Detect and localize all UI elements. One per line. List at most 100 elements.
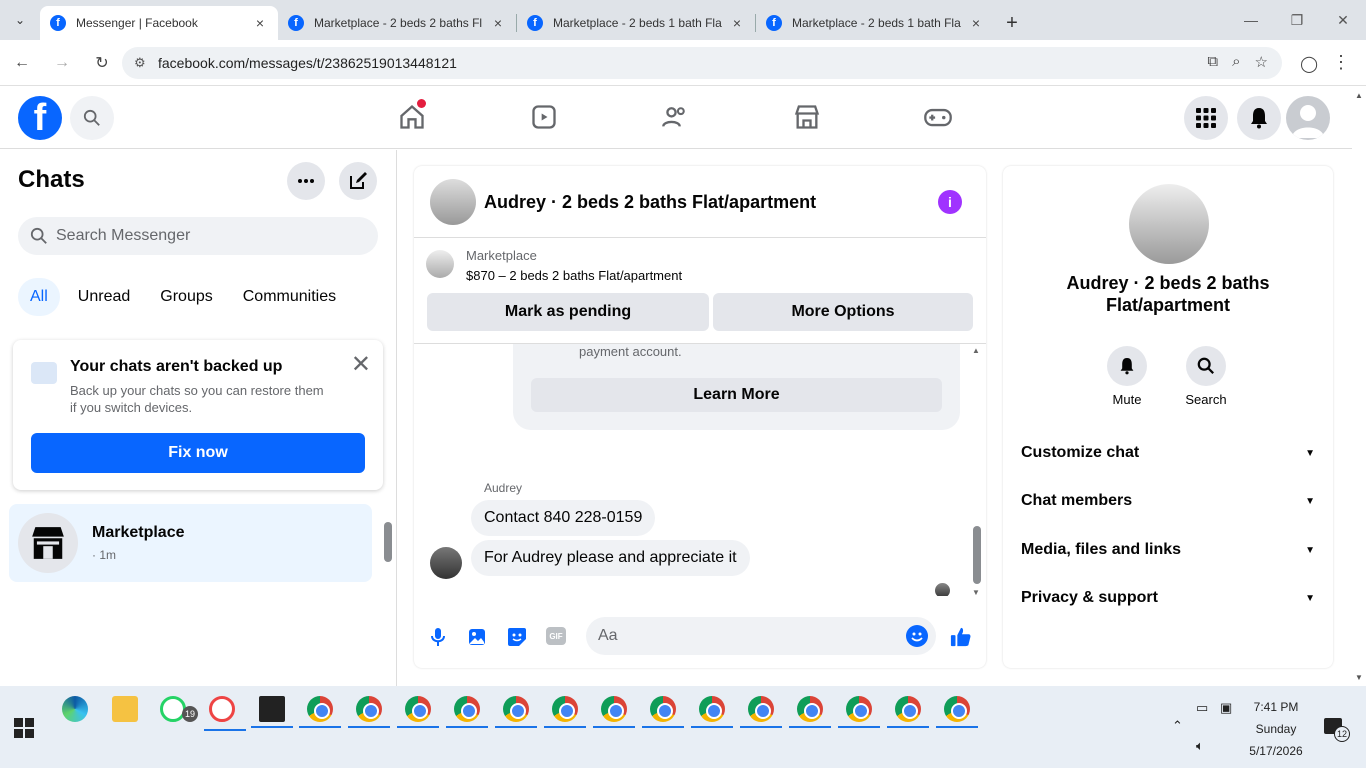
page-scrollbar[interactable]: ▲ ▼: [1352, 87, 1366, 686]
chrome-profile-icon[interactable]: [299, 696, 341, 728]
zoom-icon[interactable]: ⌕: [1232, 53, 1240, 71]
gif-icon[interactable]: GIF: [546, 627, 566, 645]
network-icon[interactable]: ▣: [1220, 700, 1232, 716]
sidebar-scrollbar[interactable]: [384, 512, 392, 574]
sticker-button[interactable]: [506, 626, 528, 648]
search-messenger-input[interactable]: Search Messenger: [18, 217, 378, 255]
url-input[interactable]: ⚙ facebook.com/messages/t/23862519013448…: [122, 47, 1282, 79]
tab-search-chevron-icon[interactable]: ⌄: [0, 0, 40, 40]
mute-button[interactable]: Mute: [1097, 346, 1157, 407]
restore-icon[interactable]: ❐: [1274, 0, 1320, 40]
forward-button[interactable]: →: [44, 45, 80, 81]
sender-avatar[interactable]: [430, 547, 462, 579]
message-bubble[interactable]: For Audrey please and appreciate it: [471, 540, 750, 576]
more-options-button[interactable]: More Options: [713, 293, 973, 331]
chrome-profile-icon[interactable]: [397, 696, 439, 728]
learn-more-button[interactable]: Learn More: [531, 378, 942, 412]
chrome-profile-icon[interactable]: [446, 696, 488, 728]
listing-thumbnail[interactable]: [426, 250, 454, 278]
menu-grid-button[interactable]: [1184, 96, 1228, 140]
snipping-tool-icon[interactable]: [204, 696, 246, 731]
tab-marketplace-3[interactable]: f Marketplace - 2 beds 1 bath Fla ×: [756, 6, 994, 40]
notification-center-icon[interactable]: 12: [1324, 718, 1350, 742]
fix-now-button[interactable]: Fix now: [31, 433, 365, 473]
contact-avatar[interactable]: [430, 179, 476, 225]
chrome-profile-icon[interactable]: [593, 696, 635, 728]
mark-as-pending-button[interactable]: Mark as pending: [427, 293, 709, 331]
chrome-profile-icon[interactable]: [495, 696, 537, 728]
filter-unread[interactable]: Unread: [66, 278, 142, 316]
chrome-profile-icon[interactable]: [887, 696, 929, 728]
tab-messenger[interactable]: f Messenger | Facebook ×: [40, 6, 278, 40]
tab-close-icon[interactable]: ×: [252, 15, 268, 31]
volume-icon[interactable]: 🔈︎: [1196, 738, 1204, 754]
tab-marketplace-1[interactable]: f Marketplace - 2 beds 2 baths Fl ×: [278, 6, 516, 40]
message-bubble[interactable]: Contact 840 228-0159: [471, 500, 656, 536]
scroll-up-icon[interactable]: ▲: [1355, 91, 1363, 100]
close-icon[interactable]: ✕: [351, 350, 371, 379]
mute-circle[interactable]: [1107, 346, 1147, 386]
home-nav-button[interactable]: [396, 99, 428, 133]
new-message-button[interactable]: [339, 162, 377, 200]
chrome-profile-icon[interactable]: [936, 696, 978, 728]
bookmark-star-icon[interactable]: ☆: [1255, 53, 1268, 71]
chat-list-item[interactable]: Marketplace · 1m: [9, 504, 372, 582]
friends-nav-button[interactable]: [659, 101, 691, 133]
listing-title[interactable]: $870 – 2 beds 2 baths Flat/apartment: [466, 268, 682, 283]
sticky-notes-icon[interactable]: [251, 696, 293, 728]
gaming-nav-button[interactable]: [922, 101, 954, 133]
reload-button[interactable]: ↻: [84, 45, 120, 81]
attach-photo-button[interactable]: [466, 626, 488, 648]
details-avatar[interactable]: [1129, 184, 1209, 264]
new-tab-button[interactable]: +: [994, 6, 1030, 40]
filter-communities[interactable]: Communities: [231, 278, 348, 316]
minimize-icon[interactable]: —: [1228, 0, 1274, 40]
scroll-down-icon[interactable]: ▼: [1355, 673, 1363, 682]
voice-clip-button[interactable]: [427, 626, 449, 648]
windows-start-icon[interactable]: [14, 718, 34, 738]
site-settings-icon[interactable]: ⚙: [134, 55, 146, 71]
taskbar-clock[interactable]: 7:41 PM Sunday 5/17/2026: [1236, 696, 1316, 762]
notifications-button[interactable]: [1237, 96, 1281, 140]
scroll-up-icon[interactable]: ▲: [972, 346, 980, 355]
chat-members-section[interactable]: Chat members ▼: [1021, 481, 1315, 521]
media-files-links-section[interactable]: Media, files and links ▼: [1021, 530, 1315, 570]
tab-close-icon[interactable]: ×: [729, 15, 745, 31]
facebook-search-button[interactable]: [70, 96, 114, 140]
account-avatar[interactable]: [1286, 96, 1330, 140]
emoji-icon[interactable]: [906, 625, 928, 647]
scrollbar-thumb[interactable]: [973, 526, 981, 584]
chrome-profile-icon[interactable]: [740, 696, 782, 728]
chrome-profile-icon[interactable]: [348, 696, 390, 728]
search-circle[interactable]: [1186, 346, 1226, 386]
conversation-title[interactable]: Audrey · 2 beds 2 baths Flat/apartment: [484, 192, 816, 213]
message-input[interactable]: Aa: [586, 617, 936, 655]
filter-all[interactable]: All: [18, 278, 60, 316]
facebook-logo-icon[interactable]: f: [18, 96, 62, 140]
tab-close-icon[interactable]: ×: [490, 15, 506, 31]
battery-icon[interactable]: ▭: [1196, 700, 1208, 716]
info-icon[interactable]: i: [938, 190, 962, 214]
privacy-support-section[interactable]: Privacy & support ▼: [1021, 578, 1315, 618]
install-app-icon[interactable]: ⧉: [1207, 53, 1218, 71]
chrome-profile-icon[interactable]: [691, 696, 733, 728]
close-window-icon[interactable]: ✕: [1320, 0, 1366, 40]
tab-close-icon[interactable]: ×: [968, 15, 984, 31]
browser-profile-icon[interactable]: ◯: [1300, 54, 1318, 74]
chrome-profile-icon[interactable]: [838, 696, 880, 728]
customize-chat-section[interactable]: Customize chat ▼: [1021, 433, 1315, 473]
search-in-chat-button[interactable]: Search: [1176, 346, 1236, 407]
file-explorer-icon[interactable]: [112, 696, 138, 722]
chrome-profile-icon[interactable]: [544, 696, 586, 728]
chrome-profile-icon[interactable]: [789, 696, 831, 728]
video-nav-button[interactable]: [528, 101, 560, 133]
edge-icon[interactable]: [62, 696, 88, 722]
chats-options-button[interactable]: [287, 162, 325, 200]
back-button[interactable]: ←: [4, 45, 40, 81]
scroll-down-icon[interactable]: ▼: [972, 588, 980, 597]
browser-menu-icon[interactable]: ⋮: [1332, 52, 1350, 73]
chrome-profile-icon[interactable]: [642, 696, 684, 728]
filter-groups[interactable]: Groups: [148, 278, 224, 316]
like-button[interactable]: [950, 626, 972, 648]
scrollbar-thumb[interactable]: [384, 522, 392, 562]
